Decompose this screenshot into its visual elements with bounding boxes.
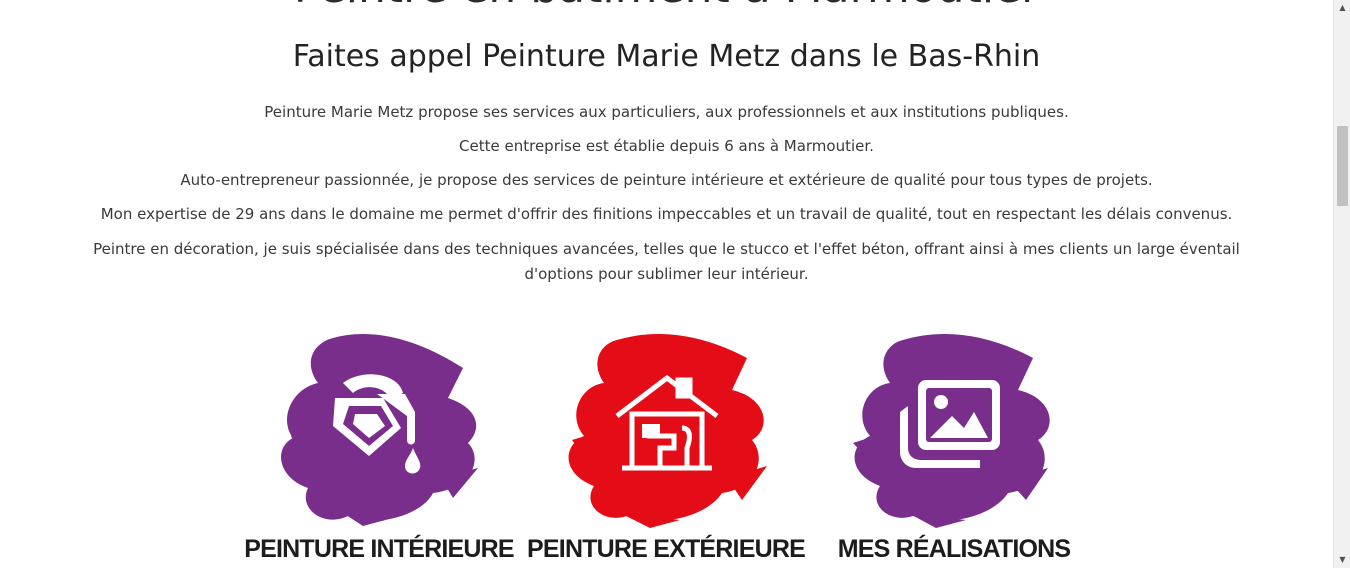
paint-bucket-icon	[281, 333, 478, 526]
intro-paragraph: Mon expertise de 29 ans dans le domaine …	[100, 205, 1233, 223]
service-title[interactable]: PEINTURE INTÉRIEURE	[240, 535, 518, 564]
page-title: Peintre en bâtiment à Marmoutier	[0, 0, 1333, 12]
service-card-interieure[interactable]	[273, 328, 488, 528]
service-card-realisations[interactable]	[848, 328, 1058, 528]
service-card-exterieure[interactable]	[562, 328, 772, 528]
service-title[interactable]: MES RÉALISATIONS	[815, 535, 1093, 564]
intro-paragraph: Cette entreprise est établie depuis 6 an…	[459, 137, 874, 155]
section-heading: Faites appel Peinture Marie Metz dans le…	[292, 39, 1041, 74]
page-content: Peintre en bâtiment à Marmoutier Faites …	[0, 0, 1333, 568]
intro-paragraph: Auto-entrepreneur passionnée, je propose…	[180, 171, 1153, 189]
photo-gallery-icon	[853, 334, 1050, 528]
vertical-scrollbar[interactable]: ▲ ▼	[1333, 0, 1350, 568]
scroll-up-icon[interactable]: ▲	[1334, 0, 1350, 16]
intro-paragraph: Peintre en décoration, je suis spécialis…	[93, 240, 1240, 283]
intro-text: Peinture Marie Metz propose ses services…	[60, 101, 1273, 299]
scrollbar-thumb[interactable]	[1337, 126, 1348, 206]
house-paint-roller-icon	[568, 334, 767, 528]
scroll-down-icon[interactable]: ▼	[1334, 552, 1350, 568]
intro-paragraph: Peinture Marie Metz propose ses services…	[264, 103, 1069, 121]
service-title[interactable]: PEINTURE EXTÉRIEURE	[527, 535, 806, 564]
